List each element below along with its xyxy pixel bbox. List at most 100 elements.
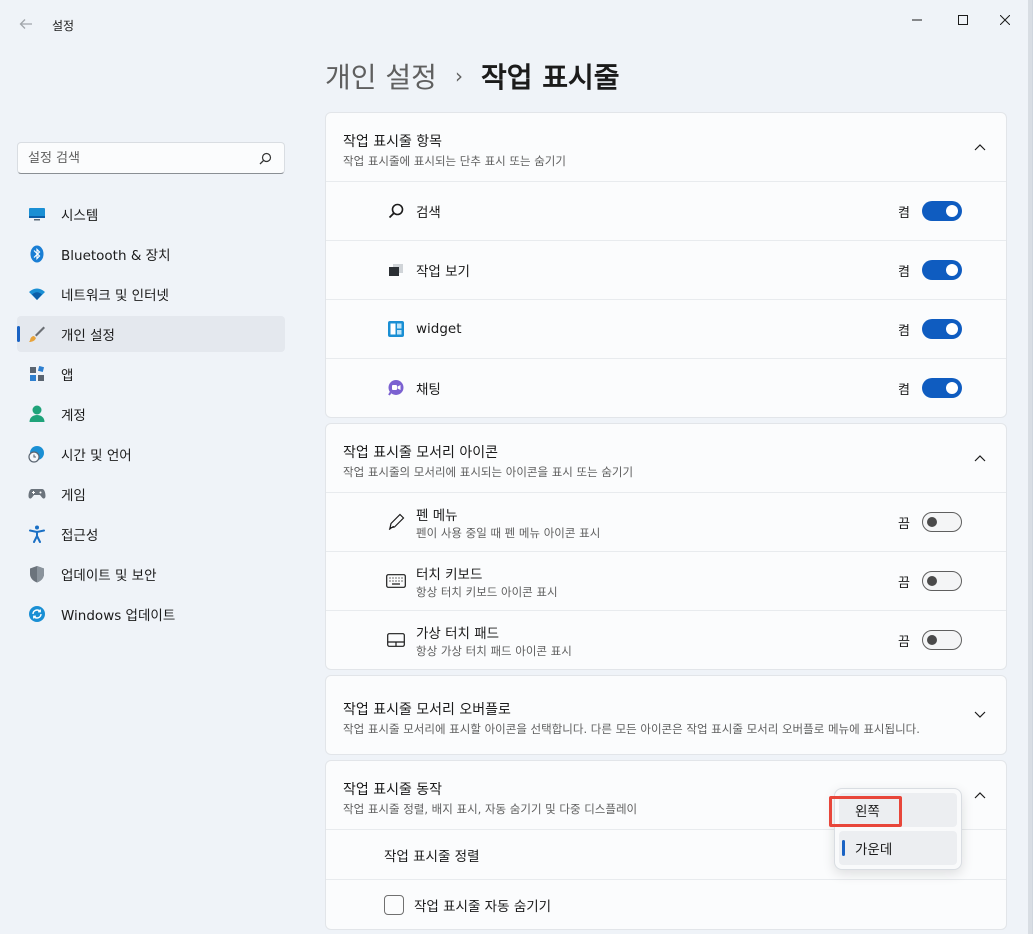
taskbar-items-card: 작업 표시줄 항목 작업 표시줄에 표시되는 단추 표시 또는 숨기기 검색 켬… <box>325 112 1007 418</box>
close-button[interactable] <box>982 6 1028 34</box>
sidebar-item-time-language[interactable]: 시간 및 언어 <box>17 436 285 472</box>
search-box[interactable] <box>17 142 285 174</box>
setting-label: 터치 키보드 <box>416 566 483 583</box>
setting-description: 펜이 사용 중일 때 펜 메뉴 아이콘 표시 <box>416 525 601 540</box>
back-arrow-icon <box>19 19 32 29</box>
taskbar-items-header[interactable]: 작업 표시줄 항목 작업 표시줄에 표시되는 단추 표시 또는 숨기기 <box>326 113 1006 181</box>
sidebar-item-update-security[interactable]: 업데이트 및 보안 <box>17 556 285 592</box>
setting-label: 가상 터치 패드 <box>416 625 500 642</box>
sidebar-item-system[interactable]: 시스템 <box>17 196 285 232</box>
breadcrumb-parent[interactable]: 개인 설정 <box>325 56 437 96</box>
setting-label: 작업 보기 <box>416 264 470 280</box>
close-icon <box>1000 15 1010 25</box>
toggle-state-label: 켬 <box>898 205 910 221</box>
sidebar-item-gaming[interactable]: 게임 <box>17 476 285 512</box>
page-title: 작업 표시줄 <box>480 61 620 94</box>
setting-text: 펜 메뉴 펜이 사용 중일 때 펜 메뉴 아이콘 표시 <box>416 504 600 541</box>
card-title: 작업 표시줄 모서리 오버플로 <box>343 702 511 718</box>
toggle-state-label: 끔 <box>898 634 910 650</box>
scrollbar[interactable] <box>1028 0 1032 934</box>
card-subtitle: 작업 표시줄의 모서리에 표시되는 아이콘을 표시 또는 숨기기 <box>343 465 634 479</box>
setting-row-virtual-touchpad: 가상 터치 패드 항상 가상 터치 패드 아이콘 표시 끔 <box>326 610 1006 669</box>
setting-text: 터치 키보드 항상 터치 키보드 아이콘 표시 <box>416 563 558 600</box>
apps-icon <box>27 364 47 384</box>
chevron-up-icon[interactable] <box>972 787 988 803</box>
sidebar-item-accounts[interactable]: 계정 <box>17 396 285 432</box>
widget-toggle[interactable] <box>922 319 962 339</box>
dropdown-option-left[interactable]: 왼쪽 <box>839 793 957 827</box>
sidebar-item-label: 접근성 <box>61 528 99 544</box>
maximize-icon <box>958 15 968 25</box>
touch-keyboard-toggle[interactable] <box>922 571 962 591</box>
title-bar: 설정 <box>0 0 1032 48</box>
chevron-down-icon[interactable] <box>972 707 988 723</box>
setting-label: 검색 <box>416 205 441 221</box>
sidebar-item-windows-update[interactable]: Windows 업데이트 <box>17 596 285 632</box>
setting-row-touch-keyboard: 터치 키보드 항상 터치 키보드 아이콘 표시 끔 <box>326 551 1006 610</box>
sidebar-item-label: 업데이트 및 보안 <box>61 568 157 584</box>
setting-description: 항상 가상 터치 패드 아이콘 표시 <box>416 643 572 658</box>
card-subtitle: 작업 표시줄 모서리에 표시할 아이콘을 선택합니다. 다른 모든 아이콘은 작… <box>343 722 920 736</box>
search-icon <box>386 201 406 221</box>
wifi-icon <box>27 284 47 304</box>
setting-label: 채팅 <box>416 382 441 398</box>
task-view-icon <box>386 260 406 280</box>
sidebar-item-label: 앱 <box>61 368 74 384</box>
toggle-state-label: 끔 <box>898 575 910 591</box>
pen-icon <box>386 512 406 532</box>
bluetooth-icon <box>27 244 47 264</box>
sidebar-item-label: 계정 <box>61 408 86 424</box>
sidebar-item-bluetooth[interactable]: Bluetooth & 장치 <box>17 236 285 272</box>
chevron-up-icon[interactable] <box>972 450 988 466</box>
pen-menu-toggle[interactable] <box>922 512 962 532</box>
toggle-state-label: 켬 <box>898 264 910 280</box>
task-view-toggle[interactable] <box>922 260 962 280</box>
breadcrumb-separator: › <box>454 64 463 88</box>
sidebar-item-accessibility[interactable]: 접근성 <box>17 516 285 552</box>
breadcrumb: 개인 설정 › 작업 표시줄 <box>325 56 620 96</box>
keyboard-icon <box>386 571 406 591</box>
toggle-state-label: 켬 <box>898 323 910 339</box>
corner-overflow-header[interactable]: 작업 표시줄 모서리 오버플로 작업 표시줄 모서리에 표시할 아이콘을 선택합… <box>326 676 1006 754</box>
setting-description: 항상 터치 키보드 아이콘 표시 <box>416 584 558 599</box>
back-button[interactable] <box>12 12 40 36</box>
chevron-up-icon[interactable] <box>972 139 988 155</box>
update-icon <box>27 604 47 624</box>
dropdown-option-center[interactable]: 가운데 <box>839 831 957 865</box>
chat-toggle[interactable] <box>922 378 962 398</box>
sidebar-item-label: Windows 업데이트 <box>61 608 176 624</box>
sidebar-item-label: Bluetooth & 장치 <box>61 248 171 264</box>
brush-icon <box>27 324 47 344</box>
chat-icon <box>386 378 406 398</box>
sidebar-item-label: 게임 <box>61 488 86 504</box>
accessibility-icon <box>27 524 47 544</box>
corner-icons-header[interactable]: 작업 표시줄 모서리 아이콘 작업 표시줄의 모서리에 표시되는 아이콘을 표시… <box>326 424 1006 492</box>
corner-icons-card: 작업 표시줄 모서리 아이콘 작업 표시줄의 모서리에 표시되는 아이콘을 표시… <box>325 423 1007 670</box>
maximize-button[interactable] <box>940 6 986 34</box>
toggle-state-label: 켬 <box>898 382 910 398</box>
sidebar-item-network[interactable]: 네트워크 및 인터넷 <box>17 276 285 312</box>
card-subtitle: 작업 표시줄에 표시되는 단추 표시 또는 숨기기 <box>343 154 566 168</box>
search-toggle[interactable] <box>922 201 962 221</box>
search-input[interactable] <box>28 150 256 166</box>
sidebar-item-label: 시스템 <box>61 208 99 224</box>
touchpad-icon <box>386 630 406 650</box>
setting-text: 가상 터치 패드 항상 가상 터치 패드 아이콘 표시 <box>416 622 572 659</box>
corner-overflow-card: 작업 표시줄 모서리 오버플로 작업 표시줄 모서리에 표시할 아이콘을 선택합… <box>325 675 1007 755</box>
sidebar-nav: 시스템 Bluetooth & 장치 네트워크 및 인터넷 개인 설정 앱 계정… <box>17 196 285 636</box>
minimize-icon <box>912 19 922 21</box>
search-icon[interactable] <box>256 149 274 167</box>
autohide-checkbox[interactable] <box>384 894 404 915</box>
card-title: 작업 표시줄 모서리 아이콘 <box>343 445 499 461</box>
setting-row-search: 검색 켬 <box>326 181 1006 240</box>
account-icon <box>27 404 47 424</box>
sidebar-item-personalization[interactable]: 개인 설정 <box>17 316 285 352</box>
settings-window: 설정 개인 설정 › 작업 표시줄 시스템 Bluetooth & 장치 <box>0 0 1033 934</box>
shield-icon <box>27 564 47 584</box>
setting-label: widget <box>416 321 462 337</box>
minimize-button[interactable] <box>894 6 940 34</box>
sidebar-item-label: 네트워크 및 인터넷 <box>61 288 169 304</box>
virtual-touchpad-toggle[interactable] <box>922 630 962 650</box>
sidebar-item-apps[interactable]: 앱 <box>17 356 285 392</box>
setting-row-autohide: 작업 표시줄 자동 숨기기 <box>326 879 1006 929</box>
